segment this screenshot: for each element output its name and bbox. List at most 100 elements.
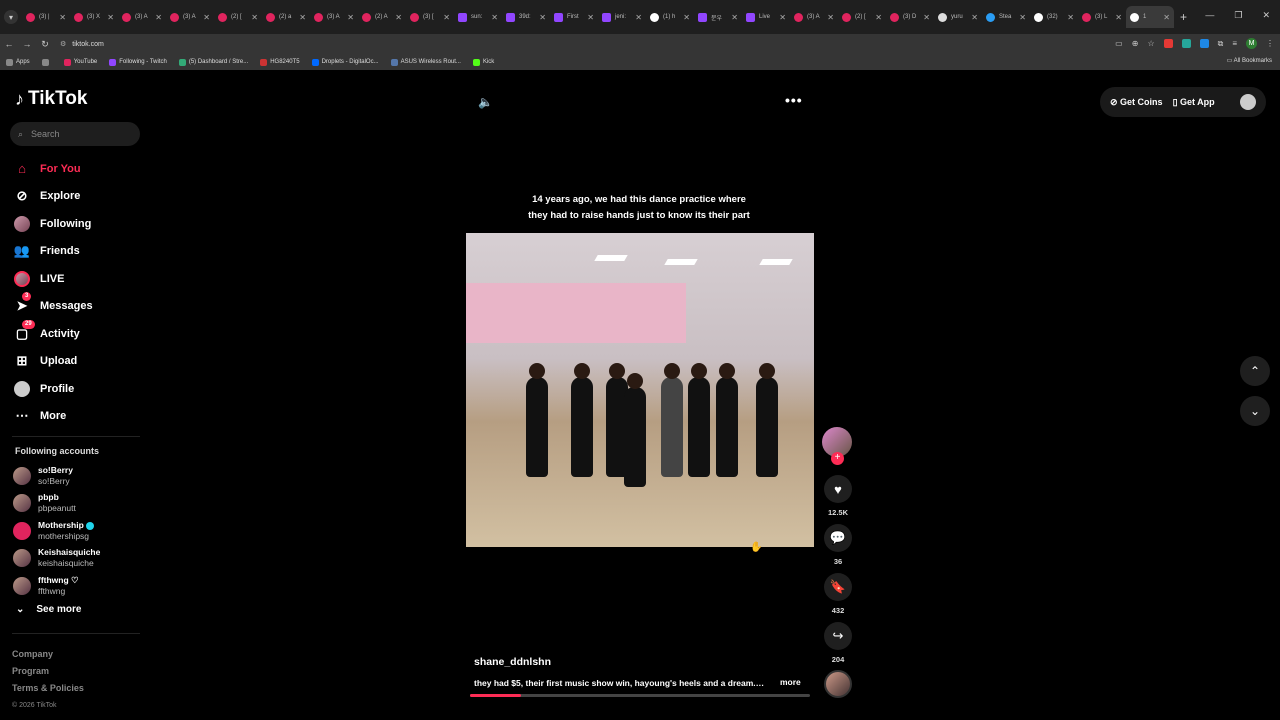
media-icon[interactable]: ≡ [1232,39,1237,48]
bookmark-item[interactable]: Apps [6,58,30,66]
next-video-button[interactable]: ⌄ [1240,396,1270,426]
bookmark-item[interactable]: Kick [472,58,494,66]
sidebar-item-following[interactable]: Following [14,210,144,238]
sidebar-item-more[interactable]: ⋯ More [14,403,144,431]
share-icon[interactable]: ↪ [824,622,852,650]
cast-icon[interactable]: ▭ [1115,39,1123,48]
comment-icon[interactable]: 💬 [824,524,852,552]
bookmark-item[interactable]: HG8240T5 [260,58,300,66]
close-tab-icon[interactable]: ✕ [299,13,306,22]
tiktok-logo[interactable]: ♪ TikTok [15,88,87,110]
close-tab-icon[interactable]: ✕ [155,13,162,22]
extension-icon[interactable] [1181,39,1191,48]
close-tab-icon[interactable]: ✕ [539,13,546,22]
close-tab-icon[interactable]: ✕ [347,13,354,22]
close-tab-icon[interactable]: ✕ [683,13,690,22]
close-tab-icon[interactable]: ✕ [395,13,402,22]
reload-icon[interactable]: ↻ [36,39,54,50]
close-tab-icon[interactable]: ✕ [203,13,210,22]
user-avatar[interactable] [1240,94,1256,110]
forward-icon[interactable]: → [18,39,36,49]
browser-tab[interactable]: jeni: ✕ [598,6,646,28]
sidebar-item-activity[interactable]: ▢ 29 Activity [14,319,144,348]
bookmark-item[interactable]: Droplets - DigitalOc... [311,58,379,66]
browser-tab[interactable]: 문우 ✕ [694,6,742,28]
following-account[interactable]: pbpb pbpeanutt [13,490,100,518]
close-tab-icon[interactable]: ✕ [251,13,258,22]
close-tab-icon[interactable]: ✕ [107,13,114,22]
previous-video-button[interactable]: ⌃ [1240,356,1270,386]
save-action[interactable]: 🔖 432 [822,573,854,615]
volume-icon[interactable]: 🔈 [478,95,493,109]
browser-tab[interactable]: (3) X ✕ [70,6,118,28]
close-tab-icon[interactable]: ✕ [491,13,498,22]
extension-icon[interactable] [1199,39,1209,48]
close-tab-icon[interactable]: ✕ [443,13,450,22]
close-tab-icon[interactable]: ✕ [875,13,882,22]
sidebar-item-friends[interactable]: 👥 Friends [14,238,144,266]
close-tab-icon[interactable]: ✕ [779,13,786,22]
footer-program-link[interactable]: Program [12,663,84,680]
browser-tab[interactable]: (3) [✕ [406,6,454,28]
tab-search-button[interactable]: ▾ [4,10,18,24]
follow-plus-icon[interactable]: + [831,452,844,465]
profile-avatar-chrome[interactable]: M [1246,38,1257,49]
get-app-button[interactable]: ▯ Get App [1173,97,1215,108]
close-window-button[interactable]: ✕ [1262,10,1270,21]
footer-terms-link[interactable]: Terms & Policies [12,680,84,697]
close-tab-icon[interactable]: ✕ [1019,13,1026,22]
bookmark-item[interactable]: Following - Twitch [109,58,167,66]
heart-icon[interactable]: ♥ [824,475,852,503]
browser-tab[interactable]: (3) A ✕ [790,6,838,28]
browser-tab[interactable]: (3) A ✕ [166,6,214,28]
browser-tab[interactable]: (3) A ✕ [118,6,166,28]
browser-tab[interactable]: Live ✕ [742,6,790,28]
extensions-puzzle-icon[interactable]: ⧉ [1218,39,1224,49]
see-more-button[interactable]: ⌄ See more [16,604,81,615]
close-tab-icon[interactable]: ✕ [923,13,930,22]
bookmark-item[interactable]: (5) Dashboard / Stre... [178,58,248,66]
get-coins-button[interactable]: ⊘ Get Coins [1110,97,1163,108]
browser-tab[interactable]: sun: ✕ [454,6,502,28]
sidebar-item-messages[interactable]: ➤ 3 Messages [14,292,144,321]
close-tab-icon[interactable]: ✕ [1115,13,1122,22]
sidebar-item-for-you[interactable]: ⌂ For You [14,155,144,183]
share-action[interactable]: ↪ 204 [822,622,854,664]
bookmark-icon[interactable]: 🔖 [824,573,852,601]
back-icon[interactable]: ← [0,39,18,49]
browser-tab[interactable]: (3) A ✕ [310,6,358,28]
close-tab-icon[interactable]: ✕ [635,13,642,22]
video-player[interactable] [466,233,814,547]
close-tab-icon[interactable]: ✕ [971,13,978,22]
browser-tab[interactable]: (3) L ✕ [1078,6,1126,28]
close-tab-icon[interactable]: ✕ [731,13,738,22]
comment-action[interactable]: 💬 36 [822,524,854,566]
video-progress-bar[interactable] [470,694,810,697]
following-account[interactable]: ffthwng ♡ ffthwng [13,572,100,600]
creator-avatar[interactable]: + [822,427,852,465]
minimize-button[interactable]: — [1205,10,1214,21]
browser-tab[interactable]: (2) a ✕ [262,6,310,28]
footer-company-link[interactable]: Company [12,646,84,663]
like-action[interactable]: ♥ 12.5K [822,475,854,517]
sidebar-item-upload[interactable]: ⊞ Upload [14,348,144,376]
chrome-menu-icon[interactable]: ⋮ [1266,39,1274,48]
close-tab-icon[interactable]: ✕ [1163,13,1170,22]
browser-tab[interactable]: 1 ✕ [1126,6,1174,28]
close-tab-icon[interactable]: ✕ [1067,13,1074,22]
all-bookmarks-button[interactable]: ▭ All Bookmarks [1227,57,1272,64]
browser-tab[interactable]: (2) A ✕ [358,6,406,28]
bookmark-item[interactable]: ASUS Wireless Rout... [390,58,461,66]
browser-tab[interactable]: (2) [✕ [214,6,262,28]
search-input[interactable]: ⌕ Search [10,122,140,146]
bookmark-item[interactable] [41,58,52,66]
star-icon[interactable]: ☆ [1147,39,1154,48]
music-disc-avatar[interactable] [824,670,852,698]
following-account[interactable]: so!Berry so!Berry [13,462,100,490]
new-tab-button[interactable]: + [1180,10,1187,24]
more-description-button[interactable]: more [780,677,801,687]
browser-tab[interactable]: 39d: ✕ [502,6,550,28]
sidebar-item-explore[interactable]: ⊘ Explore [14,183,144,211]
close-tab-icon[interactable]: ✕ [587,13,594,22]
site-info-icon[interactable]: ⚙ [60,40,66,48]
